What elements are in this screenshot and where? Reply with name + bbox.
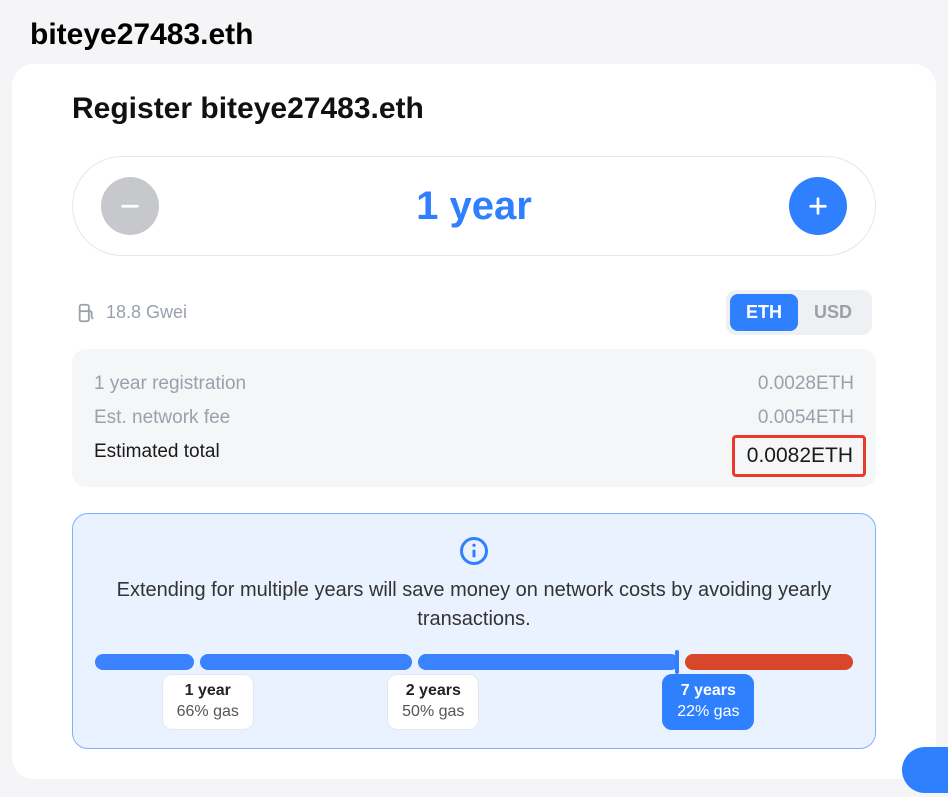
savings-option-2yr-gas: 50% gas bbox=[402, 702, 464, 723]
savings-option-1yr[interactable]: 1 year 66% gas bbox=[162, 674, 254, 730]
currency-toggle: ETH USD bbox=[726, 290, 872, 335]
fee-total-label: Estimated total bbox=[94, 441, 220, 463]
duration-value: 1 year bbox=[416, 184, 532, 229]
decrease-button[interactable] bbox=[101, 177, 159, 235]
gas-price: 18.8 Gwei bbox=[76, 302, 187, 324]
gas-price-value: 18.8 Gwei bbox=[106, 302, 187, 323]
increase-button[interactable] bbox=[789, 177, 847, 235]
register-card: Register biteye27483.eth 1 year 18.8 Gwe… bbox=[12, 64, 936, 779]
savings-option-2yr-label: 2 years bbox=[402, 681, 464, 702]
savings-option-1yr-label: 1 year bbox=[177, 681, 239, 702]
plus-icon bbox=[805, 193, 831, 219]
info-text: Extending for multiple years will save m… bbox=[95, 576, 853, 634]
savings-labels: 1 year 66% gas 2 years 50% gas 7 years 2… bbox=[95, 674, 853, 730]
gas-pump-icon bbox=[76, 302, 98, 324]
gas-row: 18.8 Gwei ETH USD bbox=[76, 290, 872, 335]
savings-option-1yr-gas: 66% gas bbox=[177, 702, 239, 723]
page-title: biteye27483.eth bbox=[0, 0, 948, 64]
savings-option-7yr-label: 7 years bbox=[677, 681, 739, 702]
fee-network-value: 0.0054ETH bbox=[758, 407, 854, 429]
duration-stepper: 1 year bbox=[72, 156, 876, 256]
savings-bar-marker bbox=[675, 650, 679, 674]
savings-option-2yr[interactable]: 2 years 50% gas bbox=[387, 674, 479, 730]
info-icon bbox=[459, 536, 489, 566]
currency-usd[interactable]: USD bbox=[798, 294, 868, 331]
help-fab[interactable] bbox=[902, 747, 948, 793]
fee-registration: 1 year registration 0.0028ETH bbox=[94, 367, 854, 401]
savings-option-7yr-gas: 22% gas bbox=[677, 702, 739, 723]
savings-option-7yr[interactable]: 7 years 22% gas bbox=[662, 674, 754, 730]
fee-network: Est. network fee 0.0054ETH bbox=[94, 401, 854, 435]
minus-icon bbox=[117, 193, 143, 219]
fees-box: 1 year registration 0.0028ETH Est. netwo… bbox=[72, 349, 876, 487]
info-box: Extending for multiple years will save m… bbox=[72, 513, 876, 749]
fee-registration-label: 1 year registration bbox=[94, 373, 246, 395]
fee-total-highlight: 0.0082ETH bbox=[732, 435, 866, 477]
savings-bar bbox=[95, 654, 853, 670]
currency-eth[interactable]: ETH bbox=[730, 294, 798, 331]
fee-network-label: Est. network fee bbox=[94, 407, 230, 429]
register-heading: Register biteye27483.eth bbox=[72, 92, 876, 126]
fee-registration-value: 0.0028ETH bbox=[758, 373, 854, 395]
